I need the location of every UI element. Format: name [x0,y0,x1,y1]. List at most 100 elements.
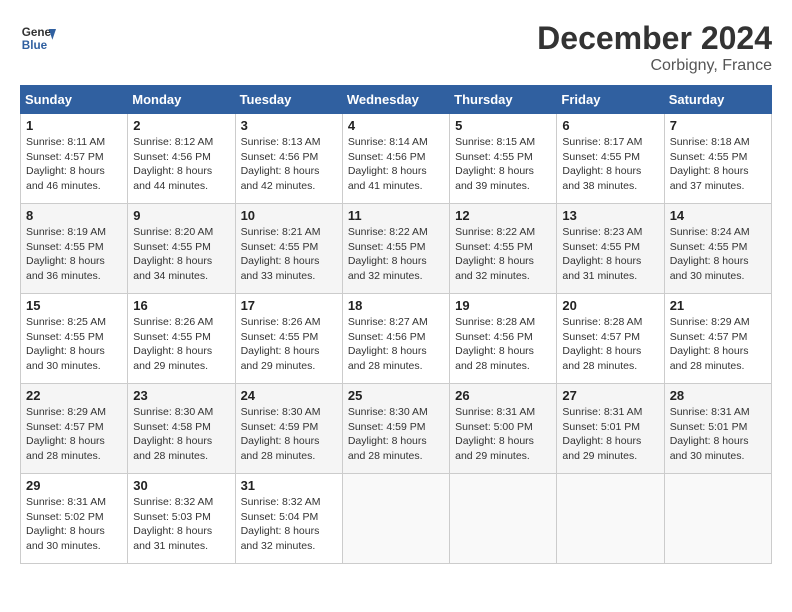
day-info: Sunrise: 8:14 AMSunset: 4:56 PMDaylight:… [348,135,444,194]
calendar-cell: 4 Sunrise: 8:14 AMSunset: 4:56 PMDaylight… [342,114,449,204]
day-number: 17 [241,298,337,313]
calendar-cell: 13Sunrise: 8:23 AMSunset: 4:55 PMDayligh… [557,204,664,294]
day-number: 12 [455,208,551,223]
day-number: 31 [241,478,337,493]
day-info: Sunrise: 8:17 AMSunset: 4:55 PMDaylight:… [562,135,658,194]
day-number: 15 [26,298,122,313]
day-info: Sunrise: 8:30 AMSunset: 4:59 PMDaylight:… [241,405,337,464]
calendar-cell: 25Sunrise: 8:30 AMSunset: 4:59 PMDayligh… [342,384,449,474]
calendar-cell: 19 Sunrise: 8:28 AMSunset: 4:56 PMDayligh… [450,294,557,384]
title-area: December 2024 Corbigny, France [537,20,772,75]
weekday-header-sunday: Sunday [21,86,128,114]
day-info: Sunrise: 8:26 AMSunset: 4:55 PMDaylight:… [241,315,337,374]
day-info: Sunrise: 8:29 AMSunset: 4:57 PMDaylight:… [670,315,766,374]
calendar-cell: 29 Sunrise: 8:31 AMSunset: 5:02 PMDayligh… [21,474,128,564]
day-number: 23 [133,388,229,403]
day-number: 7 [670,118,766,133]
calendar-cell: 1 Sunrise: 8:11 AMSunset: 4:57 PMDaylight… [21,114,128,204]
day-number: 8 [26,208,122,223]
day-info: Sunrise: 8:18 AMSunset: 4:55 PMDaylight:… [670,135,766,194]
day-number: 5 [455,118,551,133]
calendar-cell: 2 Sunrise: 8:12 AMSunset: 4:56 PMDaylight… [128,114,235,204]
day-info: Sunrise: 8:11 AMSunset: 4:57 PMDaylight:… [26,135,122,194]
day-number: 21 [670,298,766,313]
calendar-cell [450,474,557,564]
day-info: Sunrise: 8:26 AMSunset: 4:55 PMDaylight:… [133,315,229,374]
calendar-cell: 12 Sunrise: 8:22 AMSunset: 4:55 PMDayligh… [450,204,557,294]
day-info: Sunrise: 8:20 AMSunset: 4:55 PMDaylight:… [133,225,229,284]
calendar-cell: 8 Sunrise: 8:19 AMSunset: 4:55 PMDaylight… [21,204,128,294]
calendar-cell [557,474,664,564]
calendar-cell: 30Sunrise: 8:32 AMSunset: 5:03 PMDayligh… [128,474,235,564]
calendar-cell: 18 Sunrise: 8:27 AMSunset: 4:56 PMDayligh… [342,294,449,384]
day-info: Sunrise: 8:29 AMSunset: 4:57 PMDaylight:… [26,405,122,464]
weekday-header-thursday: Thursday [450,86,557,114]
calendar-cell: 7 Sunrise: 8:18 AMSunset: 4:55 PMDaylight… [664,114,771,204]
day-info: Sunrise: 8:30 AMSunset: 4:59 PMDaylight:… [348,405,444,464]
day-number: 1 [26,118,122,133]
calendar-table: SundayMondayTuesdayWednesdayThursdayFrid… [20,85,772,564]
day-number: 30 [133,478,229,493]
weekday-header-wednesday: Wednesday [342,86,449,114]
calendar-cell: 27 Sunrise: 8:31 AMSunset: 5:01 PMDayligh… [557,384,664,474]
day-info: Sunrise: 8:24 AMSunset: 4:55 PMDaylight:… [670,225,766,284]
day-info: Sunrise: 8:22 AMSunset: 4:55 PMDaylight:… [348,225,444,284]
week-row-4: 22 Sunrise: 8:29 AMSunset: 4:57 PMDayligh… [21,384,772,474]
day-info: Sunrise: 8:30 AMSunset: 4:58 PMDaylight:… [133,405,229,464]
day-info: Sunrise: 8:13 AMSunset: 4:56 PMDaylight:… [241,135,337,194]
calendar-cell: 16Sunrise: 8:26 AMSunset: 4:55 PMDayligh… [128,294,235,384]
day-info: Sunrise: 8:27 AMSunset: 4:56 PMDaylight:… [348,315,444,374]
day-number: 24 [241,388,337,403]
weekday-header-friday: Friday [557,86,664,114]
day-number: 18 [348,298,444,313]
calendar-cell: 21 Sunrise: 8:29 AMSunset: 4:57 PMDayligh… [664,294,771,384]
header: General Blue December 2024 Corbigny, Fra… [20,20,772,75]
day-number: 3 [241,118,337,133]
day-number: 9 [133,208,229,223]
calendar-cell: 3 Sunrise: 8:13 AMSunset: 4:56 PMDaylight… [235,114,342,204]
day-info: Sunrise: 8:25 AMSunset: 4:55 PMDaylight:… [26,315,122,374]
day-number: 6 [562,118,658,133]
day-info: Sunrise: 8:19 AMSunset: 4:55 PMDaylight:… [26,225,122,284]
day-number: 10 [241,208,337,223]
day-number: 26 [455,388,551,403]
logo-icon: General Blue [20,20,56,56]
month-title: December 2024 [537,20,772,57]
day-number: 2 [133,118,229,133]
day-info: Sunrise: 8:28 AMSunset: 4:56 PMDaylight:… [455,315,551,374]
calendar-cell: 28 Sunrise: 8:31 AMSunset: 5:01 PMDayligh… [664,384,771,474]
calendar-cell [342,474,449,564]
calendar-cell: 14 Sunrise: 8:24 AMSunset: 4:55 PMDayligh… [664,204,771,294]
calendar-cell: 10Sunrise: 8:21 AMSunset: 4:55 PMDayligh… [235,204,342,294]
day-number: 19 [455,298,551,313]
weekday-header-monday: Monday [128,86,235,114]
day-info: Sunrise: 8:31 AMSunset: 5:00 PMDaylight:… [455,405,551,464]
day-number: 27 [562,388,658,403]
day-number: 28 [670,388,766,403]
day-number: 29 [26,478,122,493]
location-title: Corbigny, France [537,57,772,75]
week-row-1: 1 Sunrise: 8:11 AMSunset: 4:57 PMDaylight… [21,114,772,204]
day-info: Sunrise: 8:15 AMSunset: 4:55 PMDaylight:… [455,135,551,194]
day-info: Sunrise: 8:22 AMSunset: 4:55 PMDaylight:… [455,225,551,284]
day-info: Sunrise: 8:31 AMSunset: 5:01 PMDaylight:… [670,405,766,464]
day-info: Sunrise: 8:12 AMSunset: 4:56 PMDaylight:… [133,135,229,194]
calendar-cell: 23 Sunrise: 8:30 AMSunset: 4:58 PMDayligh… [128,384,235,474]
calendar-cell: 26 Sunrise: 8:31 AMSunset: 5:00 PMDayligh… [450,384,557,474]
day-info: Sunrise: 8:31 AMSunset: 5:02 PMDaylight:… [26,495,122,554]
calendar-cell: 9 Sunrise: 8:20 AMSunset: 4:55 PMDaylight… [128,204,235,294]
calendar-cell: 15 Sunrise: 8:25 AMSunset: 4:55 PMDayligh… [21,294,128,384]
day-info: Sunrise: 8:31 AMSunset: 5:01 PMDaylight:… [562,405,658,464]
day-number: 22 [26,388,122,403]
day-info: Sunrise: 8:32 AMSunset: 5:04 PMDaylight:… [241,495,337,554]
week-row-5: 29 Sunrise: 8:31 AMSunset: 5:02 PMDayligh… [21,474,772,564]
calendar-cell: 31 Sunrise: 8:32 AMSunset: 5:04 PMDayligh… [235,474,342,564]
day-number: 4 [348,118,444,133]
day-number: 13 [562,208,658,223]
day-number: 20 [562,298,658,313]
week-row-3: 15 Sunrise: 8:25 AMSunset: 4:55 PMDayligh… [21,294,772,384]
day-number: 14 [670,208,766,223]
weekday-header-saturday: Saturday [664,86,771,114]
calendar-cell [664,474,771,564]
week-row-2: 8 Sunrise: 8:19 AMSunset: 4:55 PMDaylight… [21,204,772,294]
